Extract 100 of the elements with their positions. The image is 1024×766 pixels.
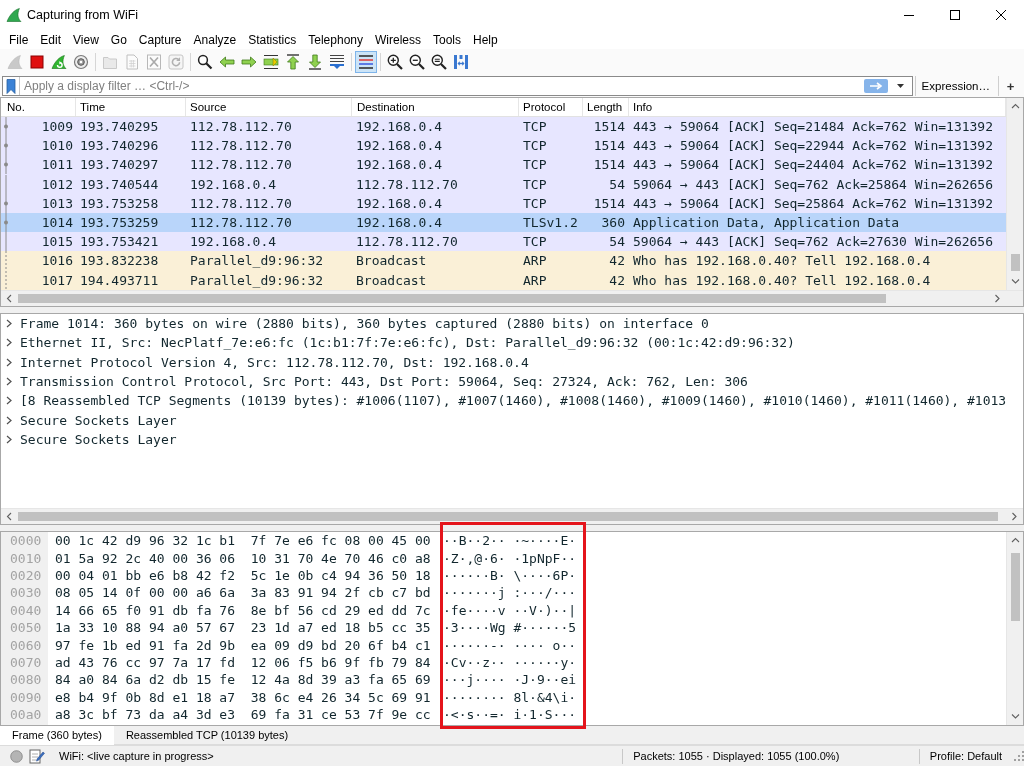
scrollbar-thumb[interactable] — [1010, 254, 1020, 271]
packet-row[interactable]: 1010 193.740296 112.78.112.70 192.168.0.4 TCP 1514 443 → 59064 [ACK] Seq=22944 Ack=762 Win=131392 — [1, 136, 1006, 156]
menu-item[interactable]: Go — [104, 32, 133, 47]
packet-row[interactable]: 1012 193.740544 192.168.0.4 112.78.112.70 TCP 54 59064 → 443 [ACK] Seq=762 Ack=25864 Win=262656 — [1, 174, 1006, 194]
chevron-right-icon[interactable] — [1011, 512, 1018, 521]
scrollbar-thumb[interactable] — [18, 512, 998, 521]
ascii-text: ··B··2·· ·~····E· — [443, 533, 577, 549]
packet-row[interactable]: 1009 193.740295 112.78.112.70 192.168.0.4 TCP 1514 443 → 59064 [ACK] Seq=21484 Ack=762 Win=131392 — [1, 117, 1006, 137]
packet-row[interactable]: 1011 193.740297 112.78.112.70 192.168.0.4 TCP 1514 443 → 59064 [ACK] Seq=24404 Ack=762 Win=131392 — [1, 155, 1006, 175]
menu-item[interactable]: Analyze — [187, 32, 243, 47]
chevron-right-icon[interactable] — [6, 338, 12, 348]
packet-row[interactable]: 1014 193.753259 112.78.112.70 192.168.0.4 TLSv1.2 360 Application Data, Application Data — [1, 212, 1006, 233]
packet-row[interactable]: 1015 193.753421 192.168.0.4 112.78.112.70 TCP 54 59064 → 443 [ACK] Seq=762 Ack=27630 Win=262656 — [1, 232, 1006, 252]
bytes-tab[interactable]: Reassembled TCP (10139 bytes) — [113, 726, 301, 745]
table-cell-text: TCP — [522, 157, 548, 173]
table-cell-text: 192.168.0.4 — [355, 157, 444, 173]
packet-row[interactable]: 1013 193.753258 112.78.112.70 192.168.0.4 TCP 1514 443 → 59064 [ACK] Seq=25864 Ack=762 Win=131392 — [1, 193, 1006, 213]
table-cell-text: 192.168.0.4 — [189, 176, 278, 192]
menu-item[interactable]: Capture — [132, 32, 188, 47]
table-cell-text: 1514 — [592, 119, 626, 135]
menu-item[interactable]: Wireless — [369, 32, 427, 47]
ascii-text: ······-· ···· o·· — [443, 637, 577, 653]
table-cell-text: 193.740297 — [79, 157, 160, 173]
chevron-right-icon[interactable] — [994, 294, 1001, 303]
table-cell-text: TCP — [522, 119, 548, 135]
packet-row[interactable]: 1017 194.493711 Parallel_d9:96:32 Broadcast ARP 42 Who has 192.168.0.40? Tell 192.168.0.4 — [1, 270, 1006, 290]
table-cell-text: 193.753258 — [79, 195, 160, 211]
tree-item[interactable]: Secure Sockets Layer — [20, 431, 177, 447]
apply-filter-button[interactable] — [863, 79, 888, 93]
ascii-text: ·<·s··=· i·1·S··· — [443, 707, 577, 723]
chevron-right-icon[interactable] — [6, 415, 12, 425]
filter-field[interactable]: Apply a display filter … <Ctrl-/> — [2, 76, 913, 96]
arrow-right-icon — [868, 82, 883, 90]
bytes-tab[interactable]: Frame (360 bytes) — [0, 726, 114, 745]
ascii-text: ···j···· ·J·9··ei — [443, 672, 577, 688]
table-cell-text: TLSv1.2 — [522, 215, 579, 231]
menu-item[interactable]: View — [67, 32, 105, 47]
caret-down-icon[interactable] — [896, 84, 904, 88]
note-pencil-icon[interactable] — [29, 748, 45, 764]
packet-row[interactable]: 1016 193.832238 Parallel_d9:96:32 Broadcast ARP 42 Who has 192.168.0.40? Tell 192.168.0.4 — [1, 251, 1006, 271]
menu-item[interactable]: Edit — [34, 32, 68, 47]
hex-offset: 0040 — [9, 602, 43, 618]
table-cell-text: TCP — [522, 138, 548, 154]
bookmark-icon[interactable] — [6, 78, 16, 94]
add-button[interactable]: + — [998, 76, 1022, 96]
chevron-down-icon[interactable] — [1010, 713, 1020, 720]
menu-item[interactable]: Help — [467, 32, 504, 47]
chevron-right-icon[interactable] — [6, 357, 12, 367]
chevron-right-icon[interactable] — [6, 434, 12, 444]
table-cell-text: 1514 — [592, 157, 626, 173]
document-icon — [124, 54, 140, 70]
hex-bytes: 84 a0 84 6a d2 db 15 fe 12 4a 8d 39 a3 fa 65 69 — [54, 672, 432, 688]
column-header[interactable]: Protocol — [519, 98, 583, 116]
table-cell-text: 1010 — [40, 138, 74, 154]
tree-item[interactable]: [8 Reassembled TCP Segments (10139 bytes): #1006(1107), #1007(1460), #1008(1460), #1009(1460), #1010(1460), #1011(1460), #1013 — [20, 393, 1007, 409]
chevron-up-icon[interactable] — [1010, 103, 1020, 110]
tree-item[interactable]: Ethernet II, Src: NecPlatf_7e:e6:fc (1c:b1:7f:7e:e6:fc), Dst: Parallel_d9:96:32 (00:1c:42:d9:96:32) — [20, 335, 795, 351]
tree-item[interactable]: Secure Sockets Layer — [20, 412, 177, 428]
filter-input[interactable]: Apply a display filter … <Ctrl-/> — [19, 77, 861, 95]
profile-text[interactable]: Profile: Default — [929, 750, 1002, 762]
table-cell-text: 42 — [608, 272, 626, 288]
chevron-down-icon[interactable] — [1010, 278, 1020, 285]
vertical-scrollbar[interactable] — [1006, 98, 1023, 290]
expression-button[interactable]: Expression… — [914, 76, 996, 96]
table-cell-text: 192.168.0.4 — [355, 138, 444, 154]
hex-offset: 0070 — [9, 654, 43, 670]
column-header[interactable]: Length — [583, 98, 629, 116]
scrollbar-thumb[interactable] — [18, 294, 886, 303]
table-cell-text: 112.78.112.70 — [355, 176, 459, 192]
horizontal-scrollbar[interactable] — [1, 508, 1023, 524]
chevron-left-icon[interactable] — [6, 512, 13, 521]
horizontal-scrollbar[interactable] — [1, 290, 1023, 306]
menu-item[interactable]: File — [3, 32, 35, 47]
hex-bytes: 00 04 01 bb e6 b8 42 f2 5c 1e 0b c4 94 36 50 18 — [54, 567, 432, 583]
menu-item[interactable]: Tools — [427, 32, 467, 47]
chevron-left-icon[interactable] — [6, 294, 13, 303]
circle-icon[interactable] — [10, 749, 23, 763]
column-header[interactable]: Time — [76, 98, 186, 116]
table-cell-text: 112.78.112.70 — [189, 157, 293, 173]
table-cell-text: TCP — [522, 195, 548, 211]
arrow-right-icon — [241, 54, 257, 70]
tree-item[interactable]: Transmission Control Protocol, Src Port: 443, Dst Port: 59064, Seq: 27324, Ack: 762, Len: 306 — [20, 374, 748, 390]
menu-item[interactable]: Statistics — [242, 32, 303, 47]
table-cell-text: ARP — [522, 253, 548, 269]
vertical-scrollbar[interactable] — [1006, 532, 1023, 725]
column-header[interactable]: No. — [1, 98, 76, 116]
chevron-up-icon[interactable] — [1010, 537, 1020, 544]
table-cell-text: 443 → 59064 [ACK] Seq=22944 Ack=762 Win=131392 — [632, 138, 995, 154]
scrollbar-thumb[interactable] — [1010, 553, 1020, 621]
chevron-right-icon[interactable] — [6, 396, 12, 406]
tree-item[interactable]: Frame 1014: 360 bytes on wire (2880 bits), 360 bytes captured (2880 bits) on interface 0 — [20, 316, 709, 332]
column-header[interactable]: Source — [186, 98, 352, 116]
table-cell-text: ARP — [522, 272, 548, 288]
chevron-right-icon[interactable] — [6, 319, 12, 329]
colorize-button[interactable] — [355, 51, 377, 73]
menu-item[interactable]: Telephony — [302, 32, 369, 47]
column-header[interactable]: Destination — [352, 98, 519, 116]
tree-item[interactable]: Internet Protocol Version 4, Src: 112.78.112.70, Dst: 192.168.0.4 — [20, 354, 529, 370]
chevron-right-icon[interactable] — [6, 377, 12, 387]
table-cell-text: Parallel_d9:96:32 — [189, 253, 325, 269]
